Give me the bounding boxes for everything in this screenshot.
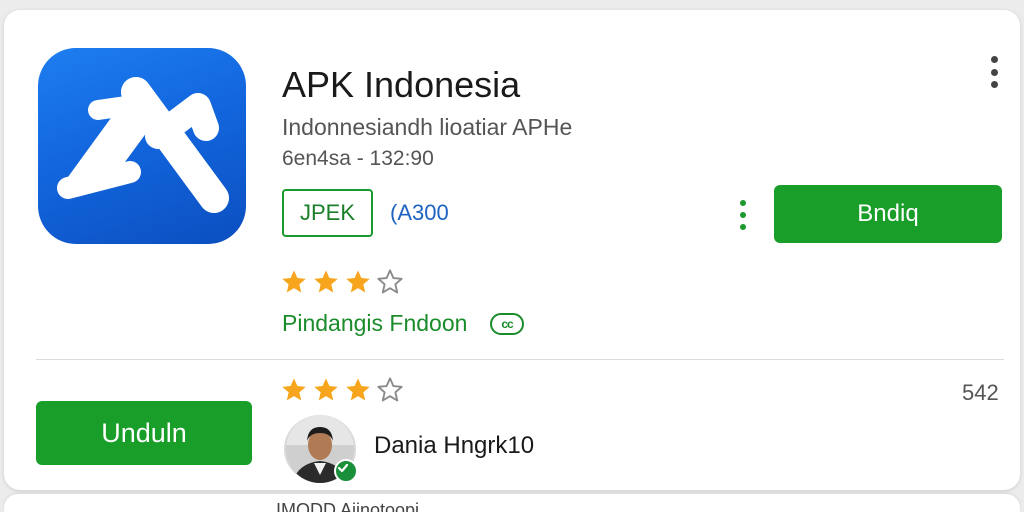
install-button[interactable]: Bndiq: [774, 185, 1002, 243]
next-card-text: IMODD Ajinotoopi: [276, 500, 420, 512]
app-size-label: (A300: [390, 200, 449, 225]
green-more-icon[interactable]: [738, 200, 748, 230]
review-count: 542: [962, 380, 999, 405]
app-title: APK Indonesia: [282, 64, 521, 105]
verified-check-icon: [334, 459, 358, 483]
star-filled-icon: [314, 378, 338, 401]
divider: [36, 359, 1004, 360]
star-filled-icon: [282, 378, 306, 401]
star-filled-icon: [314, 270, 338, 293]
star-filled-icon: [282, 270, 306, 293]
app-meta: 6en4sa - 132:90: [282, 147, 434, 170]
app-rating-stars: [280, 268, 404, 296]
app-subtitle: Indonnesiandh lioatiar APHe: [282, 114, 573, 140]
star-empty-icon: [377, 269, 403, 294]
avatar[interactable]: [284, 415, 358, 483]
app-card: APK Indonesia Indonnesiandh lioatiar APH…: [4, 10, 1020, 490]
star-filled-icon: [346, 378, 370, 401]
review-rating-stars: [280, 376, 404, 404]
star-empty-icon: [377, 377, 403, 402]
developer-link[interactable]: Pindangis Fndoon: [282, 310, 467, 337]
app-logo-icon[interactable]: [38, 48, 246, 244]
content-tag-badge: JPEK: [282, 189, 373, 237]
cc-badge-icon: cc: [490, 313, 524, 335]
next-card: [4, 494, 1020, 512]
star-filled-icon: [346, 270, 370, 293]
download-button[interactable]: Unduln: [36, 401, 252, 465]
reviewer-name: Dania Hngrk10: [374, 432, 535, 459]
more-options-icon[interactable]: [988, 56, 1000, 88]
